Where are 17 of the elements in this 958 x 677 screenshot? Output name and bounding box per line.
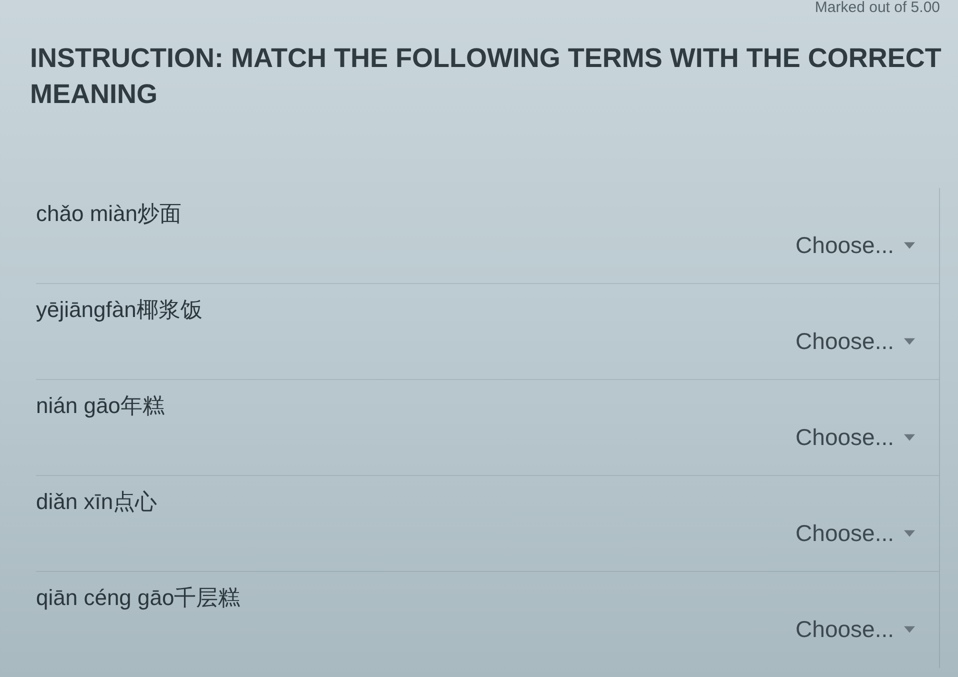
term-label: yējiāngfàn椰浆饭 [36, 296, 202, 324]
term-label: nián gāo年糕 [36, 392, 164, 420]
term-label: diǎn xīn点心 [36, 488, 158, 516]
term-label: chǎo miàn炒面 [36, 200, 182, 228]
caret-icon [904, 242, 915, 249]
answer-dropdown[interactable]: Choose... [792, 326, 919, 357]
caret-icon [904, 434, 915, 441]
caret-icon [904, 338, 915, 345]
answer-dropdown[interactable]: Choose... [792, 230, 919, 261]
term-label: qiān céng gāo千层糕 [36, 584, 240, 612]
grade-info: Marked out of 5.00 [814, 0, 940, 16]
answer-dropdown[interactable]: Choose... [792, 518, 919, 549]
answer-dropdown[interactable]: Choose... [792, 422, 919, 453]
caret-icon [904, 530, 915, 537]
instruction-heading: INSTRUCTION: MATCH THE FOLLOWING TERMS WITH THE CORRECT MEANING [30, 42, 942, 111]
answer-dropdown[interactable]: Choose... [792, 614, 919, 645]
caret-icon [904, 626, 915, 633]
